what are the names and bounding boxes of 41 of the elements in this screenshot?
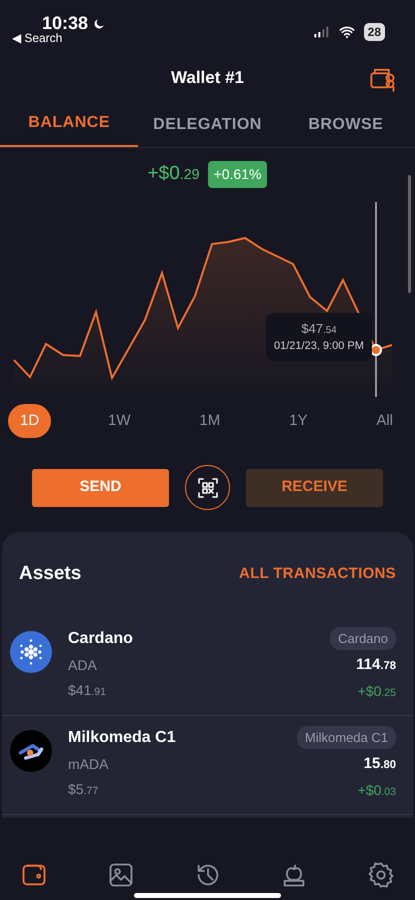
asset-amount: 114.78 — [356, 655, 396, 675]
network-tag: Milkomeda C1 — [296, 726, 396, 749]
fiat-value: $41.91 — [68, 680, 106, 700]
period-tab[interactable]: 1D — [8, 404, 52, 438]
send-button[interactable]: SEND — [32, 468, 169, 506]
percent-change: +0.61% — [208, 160, 268, 188]
battery-level: 28 — [364, 23, 385, 41]
period-tab[interactable]: 1M — [187, 404, 232, 438]
status-time: 10:38 — [12, 14, 106, 32]
settings-icon[interactable] — [367, 861, 395, 889]
wifi-icon — [338, 24, 356, 40]
signal-icon — [312, 24, 330, 40]
tab[interactable]: DELEGATION — [138, 113, 277, 147]
price-tooltip: $47.54 01/21/23, 9:00 PM — [266, 312, 372, 361]
tab[interactable]: BROWSE — [276, 113, 415, 147]
qr-code-icon — [196, 476, 220, 500]
tab[interactable]: BALANCE — [0, 111, 138, 147]
section-title: Assets — [19, 562, 82, 586]
period-tab[interactable]: 1Y — [277, 404, 320, 438]
coin-logo-icon — [10, 630, 52, 672]
image-icon[interactable] — [106, 861, 135, 889]
asset-ticker: ADA — [68, 656, 98, 674]
period-tab[interactable]: All — [364, 404, 405, 438]
qr-scan-button[interactable] — [185, 465, 230, 510]
period-tab[interactable]: 1W — [96, 404, 143, 438]
coin-logo-icon — [10, 730, 52, 772]
cursor-point — [370, 344, 382, 356]
wallet-title: Wallet #1 — [170, 67, 244, 90]
network-tag: Cardano — [330, 626, 396, 650]
fiat-value: $5.77 — [68, 780, 98, 798]
balance-change: +$0.29 — [148, 162, 200, 186]
asset-amount: 15.80 — [364, 754, 396, 774]
asset-name: Milkomeda C1 — [68, 728, 177, 748]
asset-change: +$0.03 — [358, 780, 396, 800]
asset-change: +$0.25 — [358, 682, 396, 700]
back-link[interactable]: ◀ Search — [12, 32, 106, 46]
all-transactions-link[interactable]: ALL TRANSACTIONS — [238, 563, 396, 586]
receive-button[interactable]: RECEIVE — [246, 468, 383, 506]
asset-ticker: mADA — [68, 754, 110, 774]
moon-icon — [92, 17, 106, 32]
asset-name: Cardano — [68, 628, 134, 648]
